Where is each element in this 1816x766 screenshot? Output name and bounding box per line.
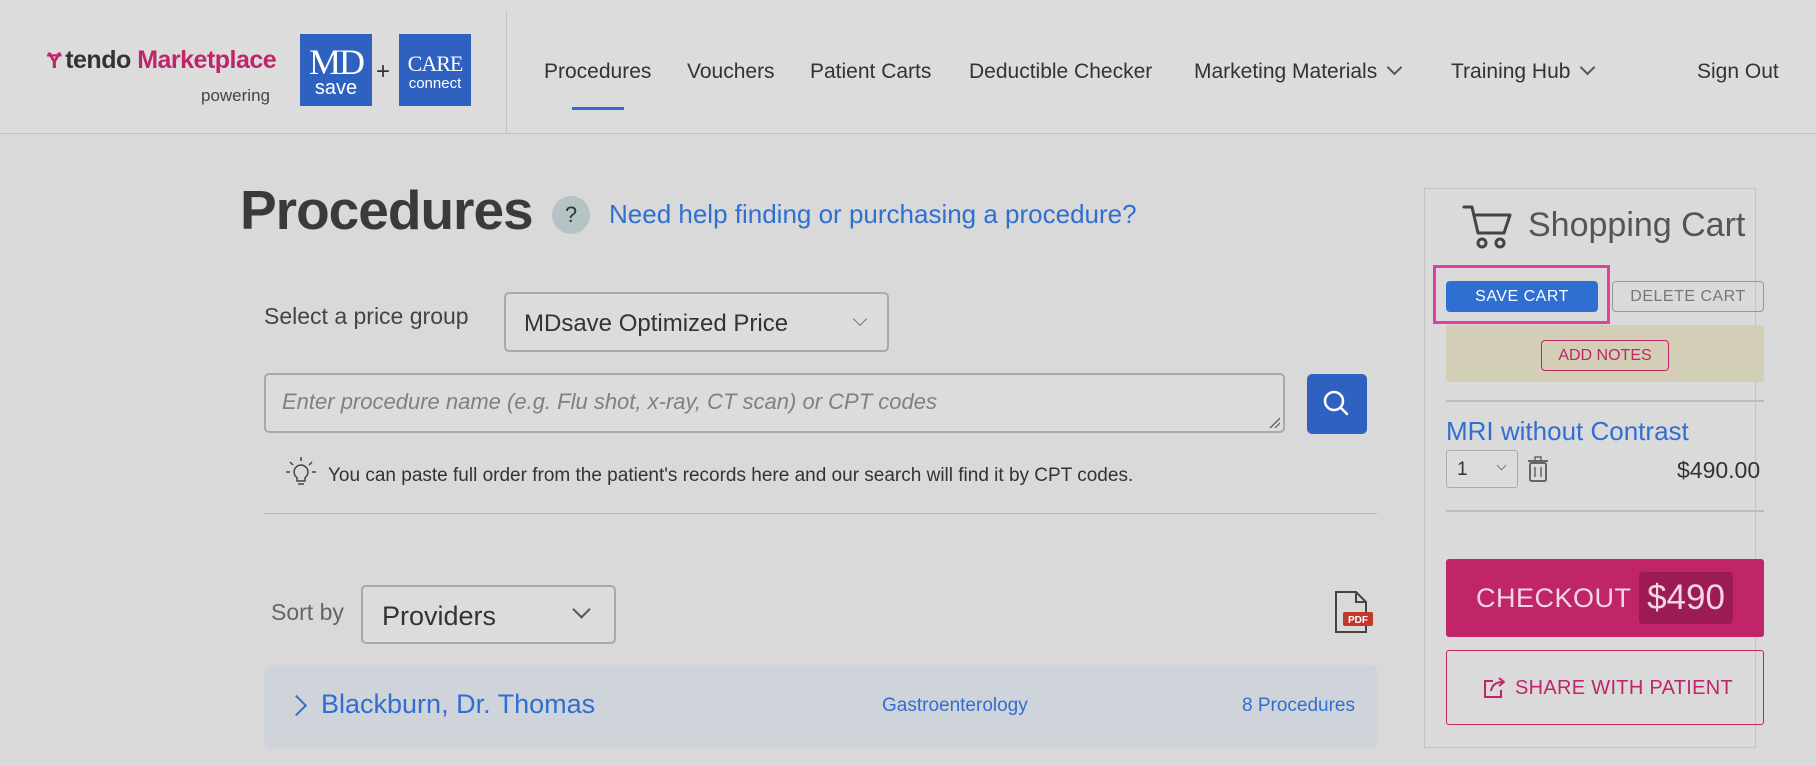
trash-icon[interactable] xyxy=(1527,456,1549,482)
nav-vouchers[interactable]: Vouchers xyxy=(687,60,775,84)
chevron-down-icon xyxy=(1580,59,1596,76)
provider-procedure-count[interactable]: 8 Procedures xyxy=(1242,695,1355,717)
delete-cart-button[interactable]: DELETE CART xyxy=(1612,281,1764,312)
nav-marketing-materials[interactable]: Marketing Materials xyxy=(1194,59,1403,84)
pdf-icon-label: PDF xyxy=(1348,615,1368,626)
share-label: SHARE WITH PATIENT xyxy=(1515,677,1733,699)
cart-title: Shopping Cart xyxy=(1528,206,1746,244)
powering-text: powering xyxy=(201,86,270,105)
mdsave-logo: MD save xyxy=(300,34,372,106)
save-cart-button[interactable]: SAVE CART xyxy=(1446,281,1598,312)
cart-divider xyxy=(1446,400,1764,402)
price-group-label: Select a price group xyxy=(264,303,469,329)
tendo-logo-icon: Ɏ xyxy=(47,48,62,73)
procedure-search-box[interactable] xyxy=(264,373,1285,433)
help-link[interactable]: Need help finding or purchasing a proced… xyxy=(609,199,1137,230)
top-header: Ɏtendo Marketplace powering MD save + CA… xyxy=(0,0,1816,134)
tendo-logo: Ɏtendo Marketplace xyxy=(47,46,277,75)
lightbulb-icon xyxy=(286,457,316,485)
provider-name[interactable]: Blackburn, Dr. Thomas xyxy=(321,689,595,720)
search-button[interactable] xyxy=(1307,374,1367,434)
checkout-label: CHECKOUT xyxy=(1476,583,1632,613)
nav-training-hub[interactable]: Training Hub xyxy=(1451,59,1596,84)
chevron-down-icon xyxy=(1496,460,1507,471)
help-icon[interactable]: ? xyxy=(552,196,590,234)
cart-item-price: $490.00 xyxy=(1677,457,1761,483)
mdsave-logo-big: MD xyxy=(308,42,365,82)
page-title: Procedures xyxy=(240,179,534,241)
quantity-value: 1 xyxy=(1457,459,1468,480)
price-group-value: MDsave Optimized Price xyxy=(524,310,789,337)
search-tip-text: You can paste full order from the patien… xyxy=(328,465,1134,486)
checkout-amount: $490 xyxy=(1639,572,1733,624)
quantity-select[interactable]: 1 xyxy=(1446,450,1518,488)
cart-icon xyxy=(1462,205,1512,249)
nav-active-indicator xyxy=(572,107,624,110)
nav-patient-carts[interactable]: Patient Carts xyxy=(810,60,931,84)
chevron-down-icon xyxy=(1386,59,1403,76)
plus-sign: + xyxy=(376,58,391,85)
checkout-button[interactable]: CHECKOUT $490 xyxy=(1446,559,1764,637)
logo-area[interactable]: Ɏtendo Marketplace powering MD save + CA… xyxy=(0,10,507,134)
pdf-icon[interactable]: PDF xyxy=(1330,588,1378,636)
cart-divider xyxy=(1446,510,1764,512)
nav-procedures[interactable]: Procedures xyxy=(544,60,651,84)
price-group-select[interactable]: MDsave Optimized Price xyxy=(504,292,889,352)
nav-training-hub-label: Training Hub xyxy=(1451,60,1571,83)
brand-marketplace: Marketplace xyxy=(137,46,277,74)
resize-grip-icon[interactable] xyxy=(1268,416,1280,428)
search-icon xyxy=(1323,390,1349,416)
nav-marketing-materials-label: Marketing Materials xyxy=(1194,60,1378,83)
nav-deductible-checker[interactable]: Deductible Checker xyxy=(969,60,1152,84)
add-notes-button[interactable]: ADD NOTES xyxy=(1541,340,1669,371)
careconnect-logo: CARE connect xyxy=(399,34,471,106)
provider-specialty: Gastroenterology xyxy=(882,695,1028,716)
chevron-down-icon xyxy=(572,600,591,619)
procedure-search-input[interactable] xyxy=(282,389,1262,419)
share-icon xyxy=(1484,677,1505,698)
cart-item-name[interactable]: MRI without Contrast xyxy=(1446,416,1689,447)
sort-select[interactable]: Providers xyxy=(361,585,616,644)
careconnect-logo-small: connect xyxy=(408,75,462,92)
chevron-down-icon xyxy=(852,311,868,327)
share-with-patient-button[interactable]: SHARE WITH PATIENT xyxy=(1446,650,1764,725)
chevron-right-icon[interactable] xyxy=(285,694,308,717)
brand-word: tendo xyxy=(65,46,131,74)
nav-sign-out[interactable]: Sign Out xyxy=(1697,60,1779,84)
sort-label: Sort by xyxy=(271,599,344,625)
sort-value: Providers xyxy=(382,601,497,631)
section-divider xyxy=(264,513,1377,514)
provider-row[interactable]: Blackburn, Dr. Thomas Gastroenterology 8… xyxy=(264,665,1377,749)
careconnect-logo-big: CARE xyxy=(407,51,464,76)
